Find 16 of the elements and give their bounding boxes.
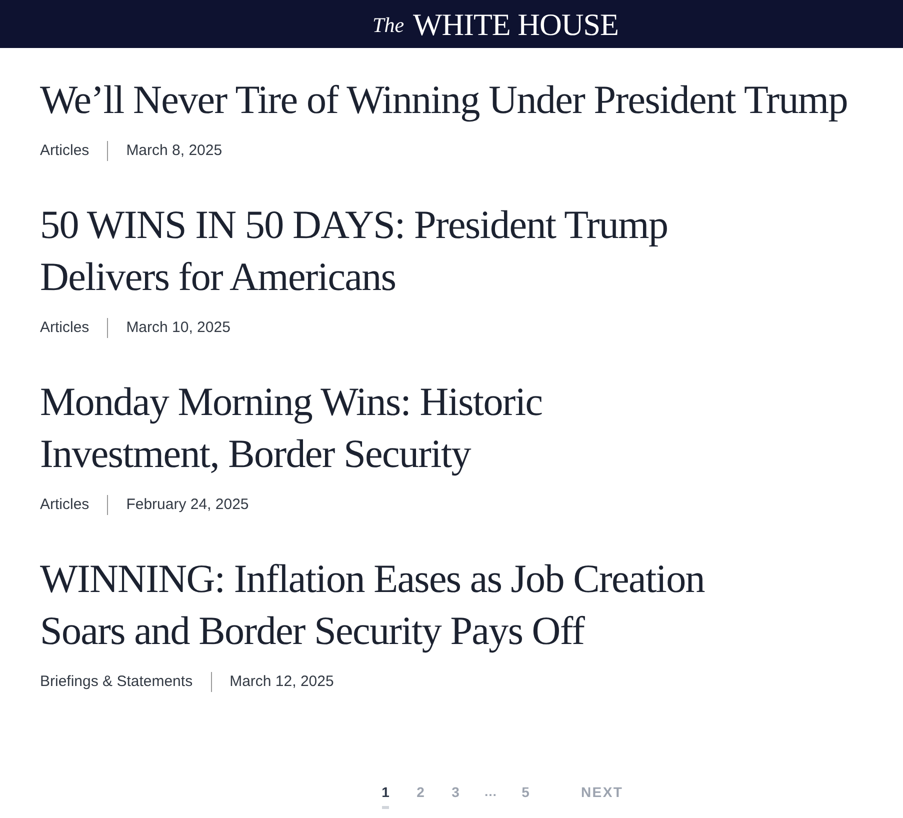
article-category[interactable]: Articles: [40, 141, 90, 161]
article-title[interactable]: 50 WINS IN 50 DAYS: President Trump Delivers for Americans: [40, 199, 720, 303]
article-date: March 12, 2025: [230, 672, 334, 692]
article-category[interactable]: Articles: [40, 495, 90, 515]
article-date: March 10, 2025: [126, 318, 230, 338]
pagination-ellipsis: …: [484, 783, 497, 801]
page-link[interactable]: 1: [382, 782, 390, 809]
article-title[interactable]: We’ll Never Tire of Winning Under President Trump: [40, 74, 863, 126]
article-date: March 8, 2025: [126, 141, 222, 161]
article-category[interactable]: Articles: [40, 318, 90, 338]
logo-prefix: The: [372, 14, 404, 36]
article-date: February 24, 2025: [126, 495, 249, 515]
logo-title: WHITE HOUSE: [413, 8, 618, 40]
article-title[interactable]: WINNING: Inflation Eases as Job Creation Soars and Border Security Pays Off: [40, 553, 720, 657]
article-title[interactable]: Monday Morning Wins: Historic Investment, Border Security: [40, 376, 720, 480]
article-category[interactable]: Briefings & Statements: [40, 672, 193, 692]
